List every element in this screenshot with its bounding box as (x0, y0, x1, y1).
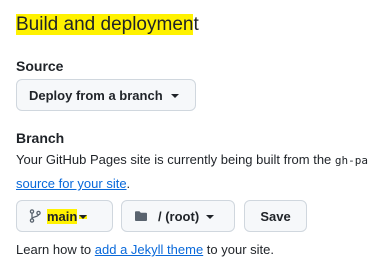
git-branch-icon (29, 209, 41, 223)
branch-description: Your GitHub Pages site is currently bein… (16, 148, 388, 195)
branch-description-text: Your GitHub Pages site is currently bein… (16, 152, 335, 167)
source-label: Source (16, 58, 64, 74)
section-title: Build and deployment (16, 12, 199, 38)
section-title-highlighted: Build and deploymen (16, 14, 194, 35)
source-for-site-link[interactable]: source for your site (16, 176, 127, 191)
footer-suffix: to your site. (203, 242, 274, 257)
pages-settings-panel: Build and deployment Source Deploy from … (0, 0, 388, 270)
section-title-rest: t (193, 14, 199, 35)
save-button-label: Save (260, 208, 291, 224)
chevron-down-icon (206, 214, 215, 219)
branch-select-label: main (47, 208, 78, 224)
chevron-down-icon (170, 93, 179, 98)
branch-description-suffix: . (126, 176, 131, 191)
folder-select-button[interactable]: / (root) (121, 200, 235, 232)
footer-prefix: Learn how to (16, 242, 95, 257)
branch-label: Branch (16, 130, 65, 146)
branch-select-button[interactable]: main (16, 200, 113, 232)
folder-select-label: / (root) (158, 208, 200, 224)
add-jekyll-theme-link[interactable]: add a Jekyll theme (95, 242, 203, 257)
source-dropdown[interactable]: Deploy from a branch (16, 79, 196, 111)
jekyll-theme-hint: Learn how to add a Jekyll theme to your … (16, 240, 274, 260)
source-dropdown-label: Deploy from a branch (29, 87, 163, 103)
branch-description-code: gh-pa (334, 154, 369, 167)
folder-icon (135, 211, 147, 221)
save-button[interactable]: Save (244, 200, 307, 232)
chevron-down-icon (79, 214, 88, 219)
